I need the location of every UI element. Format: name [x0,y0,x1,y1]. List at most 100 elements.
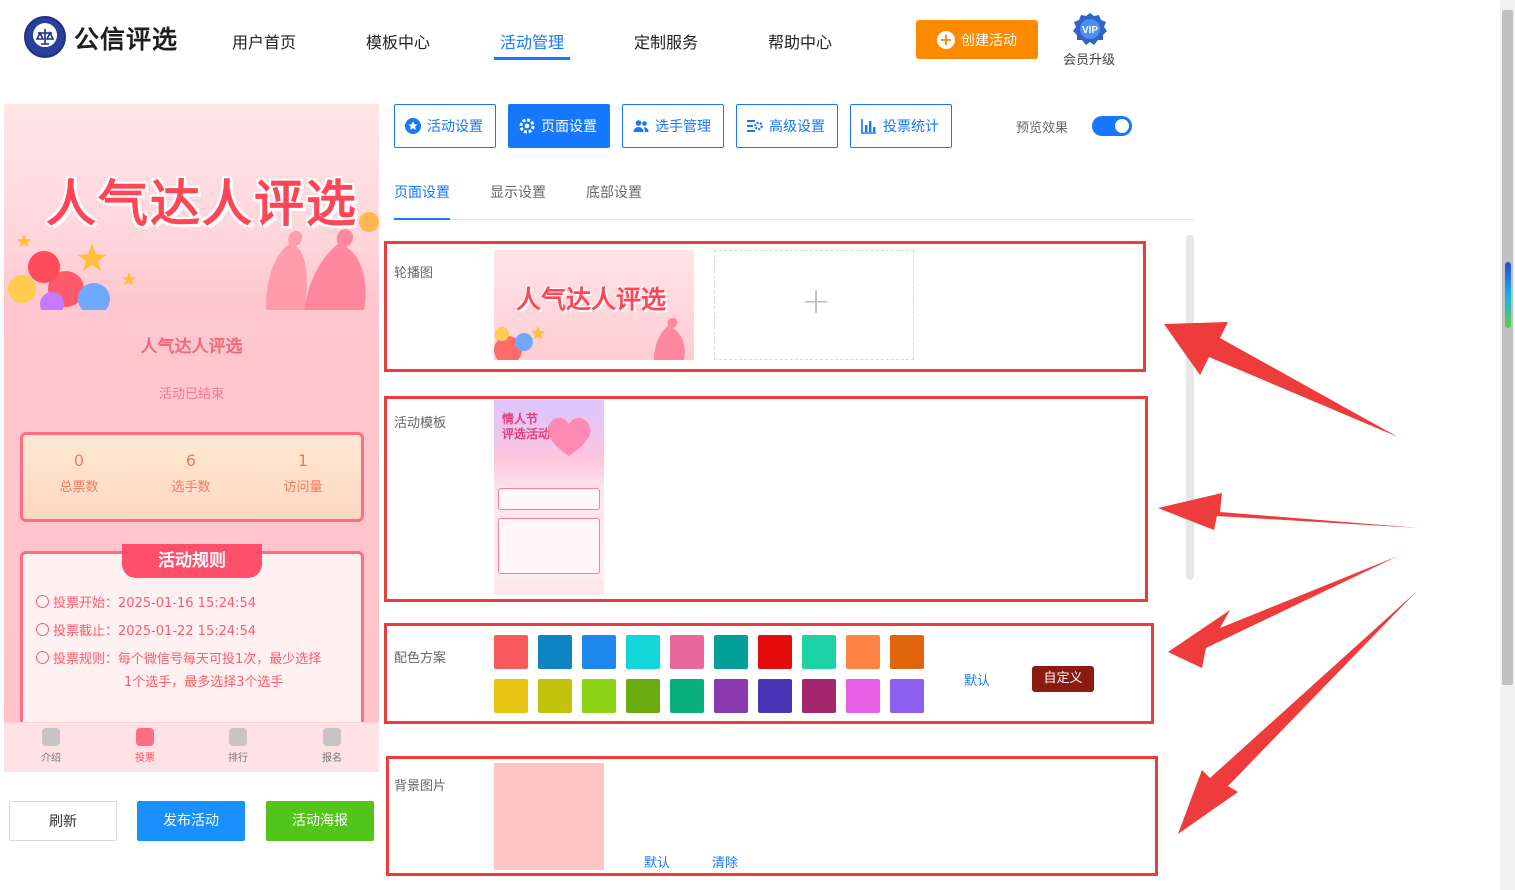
color-swatch[interactable] [582,679,616,713]
template-rules-mini [498,518,600,574]
vip-upgrade-label[interactable]: 会员升级 [1063,49,1115,68]
color-swatch[interactable] [670,635,704,669]
color-swatch[interactable] [846,679,880,713]
template-thumbnail[interactable]: 情人节 评选活动 [494,400,604,595]
settings-scrollbar[interactable] [1186,235,1194,580]
stat-contestants: 6 选手数 [141,451,241,495]
clock-icon [36,623,49,636]
background-clear-link[interactable]: 清除 [712,852,738,871]
tab-vote[interactable]: 投票 [120,728,170,764]
carousel-label: 轮播图 [394,266,434,281]
vip-badge-text: VIP [1082,25,1098,36]
info-icon [36,651,49,664]
stat-label: 总票数 [59,480,99,495]
color-swatch[interactable] [670,679,704,713]
activity-name: 人气达人评选 [140,337,243,357]
vote-icon [136,728,154,746]
arrow-to-color-scheme [1168,556,1398,668]
color-custom-button[interactable]: 自定义 [1032,666,1094,692]
color-swatch[interactable] [714,635,748,669]
tab-ranking[interactable]: 排行 [213,728,263,764]
preview-banner: 人气达人评选 [4,104,379,310]
refresh-button[interactable]: 刷新 [9,801,117,841]
background-default-link[interactable]: 默认 [644,852,670,871]
color-swatch[interactable] [538,679,572,713]
gear-icon [519,118,535,134]
stat-total-votes: 0 总票数 [29,451,129,495]
advanced-settings-button[interactable]: 高级设置 [736,104,838,148]
rules-title: 活动规则 [122,544,262,578]
rule-end-time: 投票截止：2025-01-22 15:24:54 [36,620,256,643]
color-swatch[interactable] [802,679,836,713]
color-swatch[interactable] [582,635,616,669]
nav-templates[interactable]: 模板中心 [366,29,430,53]
preview-tabbar: 介绍 投票 排行 报名 [4,722,379,772]
star-icon [405,118,421,134]
contestant-management-button[interactable]: 选手管理 [622,104,724,148]
carousel-image-title: 人气达人评选 [516,285,667,314]
color-default-link[interactable]: 默认 [964,670,990,689]
signup-icon [323,728,341,746]
subtab-display-settings[interactable]: 显示设置 [490,182,546,202]
activity-poster-button[interactable]: 活动海报 [266,801,374,841]
color-swatch[interactable] [890,679,924,713]
users-icon [633,120,649,132]
color-swatch[interactable] [538,635,572,669]
nav-active-indicator [494,57,570,60]
banner-title: 人气达人评选 [46,174,358,233]
subtab-footer-settings[interactable]: 底部设置 [586,182,642,202]
color-swatch[interactable] [494,679,528,713]
stat-value: 6 [185,451,197,470]
clock-icon [36,595,49,608]
tab-signup[interactable]: 报名 [307,728,357,764]
stat-value: 1 [297,451,309,470]
color-swatch[interactable] [758,635,792,669]
color-swatch[interactable] [758,679,792,713]
tab-intro[interactable]: 介绍 [26,728,76,764]
color-swatch[interactable] [890,635,924,669]
subtab-page-settings[interactable]: 页面设置 [394,182,450,202]
color-swatch[interactable] [626,635,660,669]
arrow-to-template [1158,493,1420,530]
color-swatch[interactable] [846,635,880,669]
vip-icon[interactable]: VIP [1072,12,1108,46]
activity-settings-button[interactable]: 活动设置 [394,104,496,148]
bar-chart-icon [861,119,876,134]
intro-icon [42,728,60,746]
stat-label: 访问量 [283,480,323,495]
nav-help-center[interactable]: 帮助中心 [768,29,832,53]
nav-activity-management[interactable]: 活动管理 [500,29,564,53]
activity-status: 活动已结束 [158,387,224,402]
create-activity-label: 创建活动 [961,32,1017,49]
background-image-label: 背景图片 [394,779,447,794]
background-image-preview[interactable] [494,763,604,870]
carousel-image[interactable]: 人气达人评选 [494,250,694,360]
subtab-active-indicator [394,218,450,220]
publish-activity-button[interactable]: 发布活动 [137,801,245,841]
vote-statistics-button[interactable]: 投票统计 [850,104,952,148]
page-scrollbar-thumb[interactable] [1502,10,1513,685]
color-scheme-label: 配色方案 [394,651,447,666]
page-settings-button[interactable]: 页面设置 [508,104,610,148]
preview-effect-toggle[interactable] [1092,116,1132,136]
color-swatch[interactable] [714,679,748,713]
subtab-divider [394,219,1194,220]
color-swatch[interactable] [494,635,528,669]
side-gradient-indicator [1505,262,1511,328]
nav-home[interactable]: 用户首页 [232,29,296,53]
sliders-gear-icon [747,120,763,132]
arrow-to-background [1178,592,1416,834]
heart-icon [547,417,591,456]
nav-custom-service[interactable]: 定制服务 [634,29,698,53]
rule-description: 投票规则：每个微信号每天可投1次，最少选择 [36,648,321,671]
template-stats-mini [498,488,600,510]
create-activity-button[interactable]: + 创建活动 [916,20,1038,59]
ranking-icon [229,728,247,746]
color-swatch[interactable] [626,679,660,713]
add-carousel-image-button[interactable]: + [714,250,914,360]
color-swatch[interactable] [802,635,836,669]
stat-visits: 1 访问量 [253,451,353,495]
arrow-to-carousel [1164,322,1398,437]
plus-icon: + [801,281,832,322]
logo-icon[interactable] [24,16,66,58]
